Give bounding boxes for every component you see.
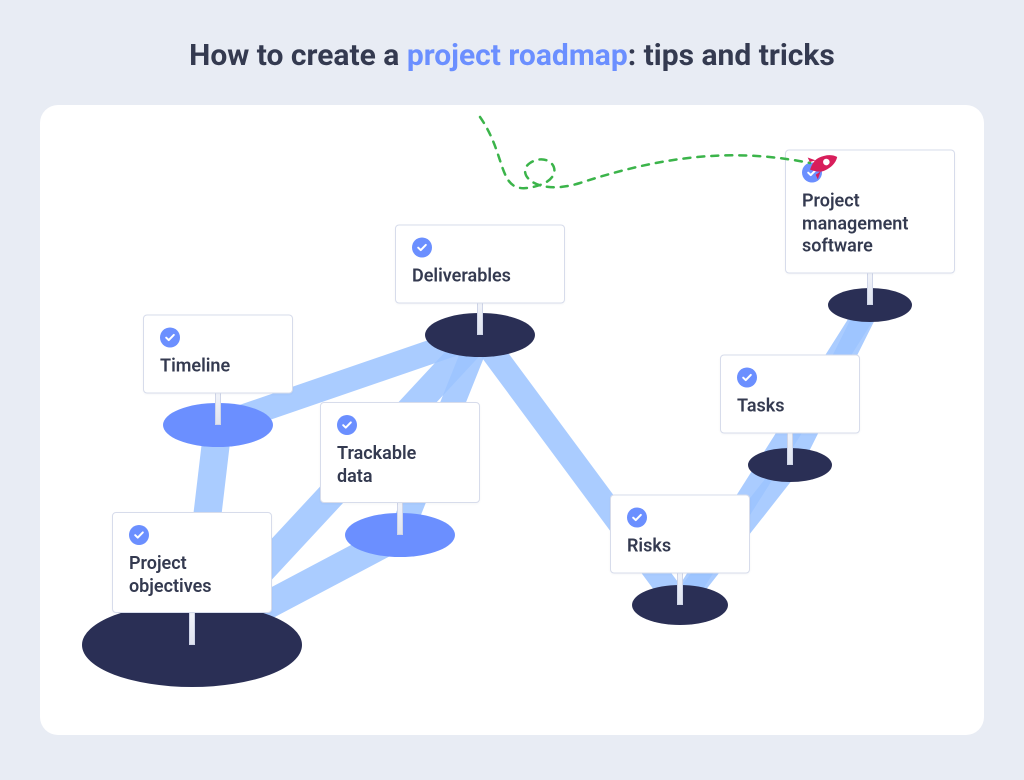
diagram-canvas: Project objectivesTimelineTrackable data… [40,105,984,735]
rocket-trail [40,105,984,735]
rocket-trail-path [480,117,810,188]
title-pre: How to create a [189,38,407,73]
title-accent: project roadmap [407,38,628,73]
page-title: How to create a project roadmap: tips an… [0,0,1024,93]
title-post: : tips and tricks [628,38,835,73]
